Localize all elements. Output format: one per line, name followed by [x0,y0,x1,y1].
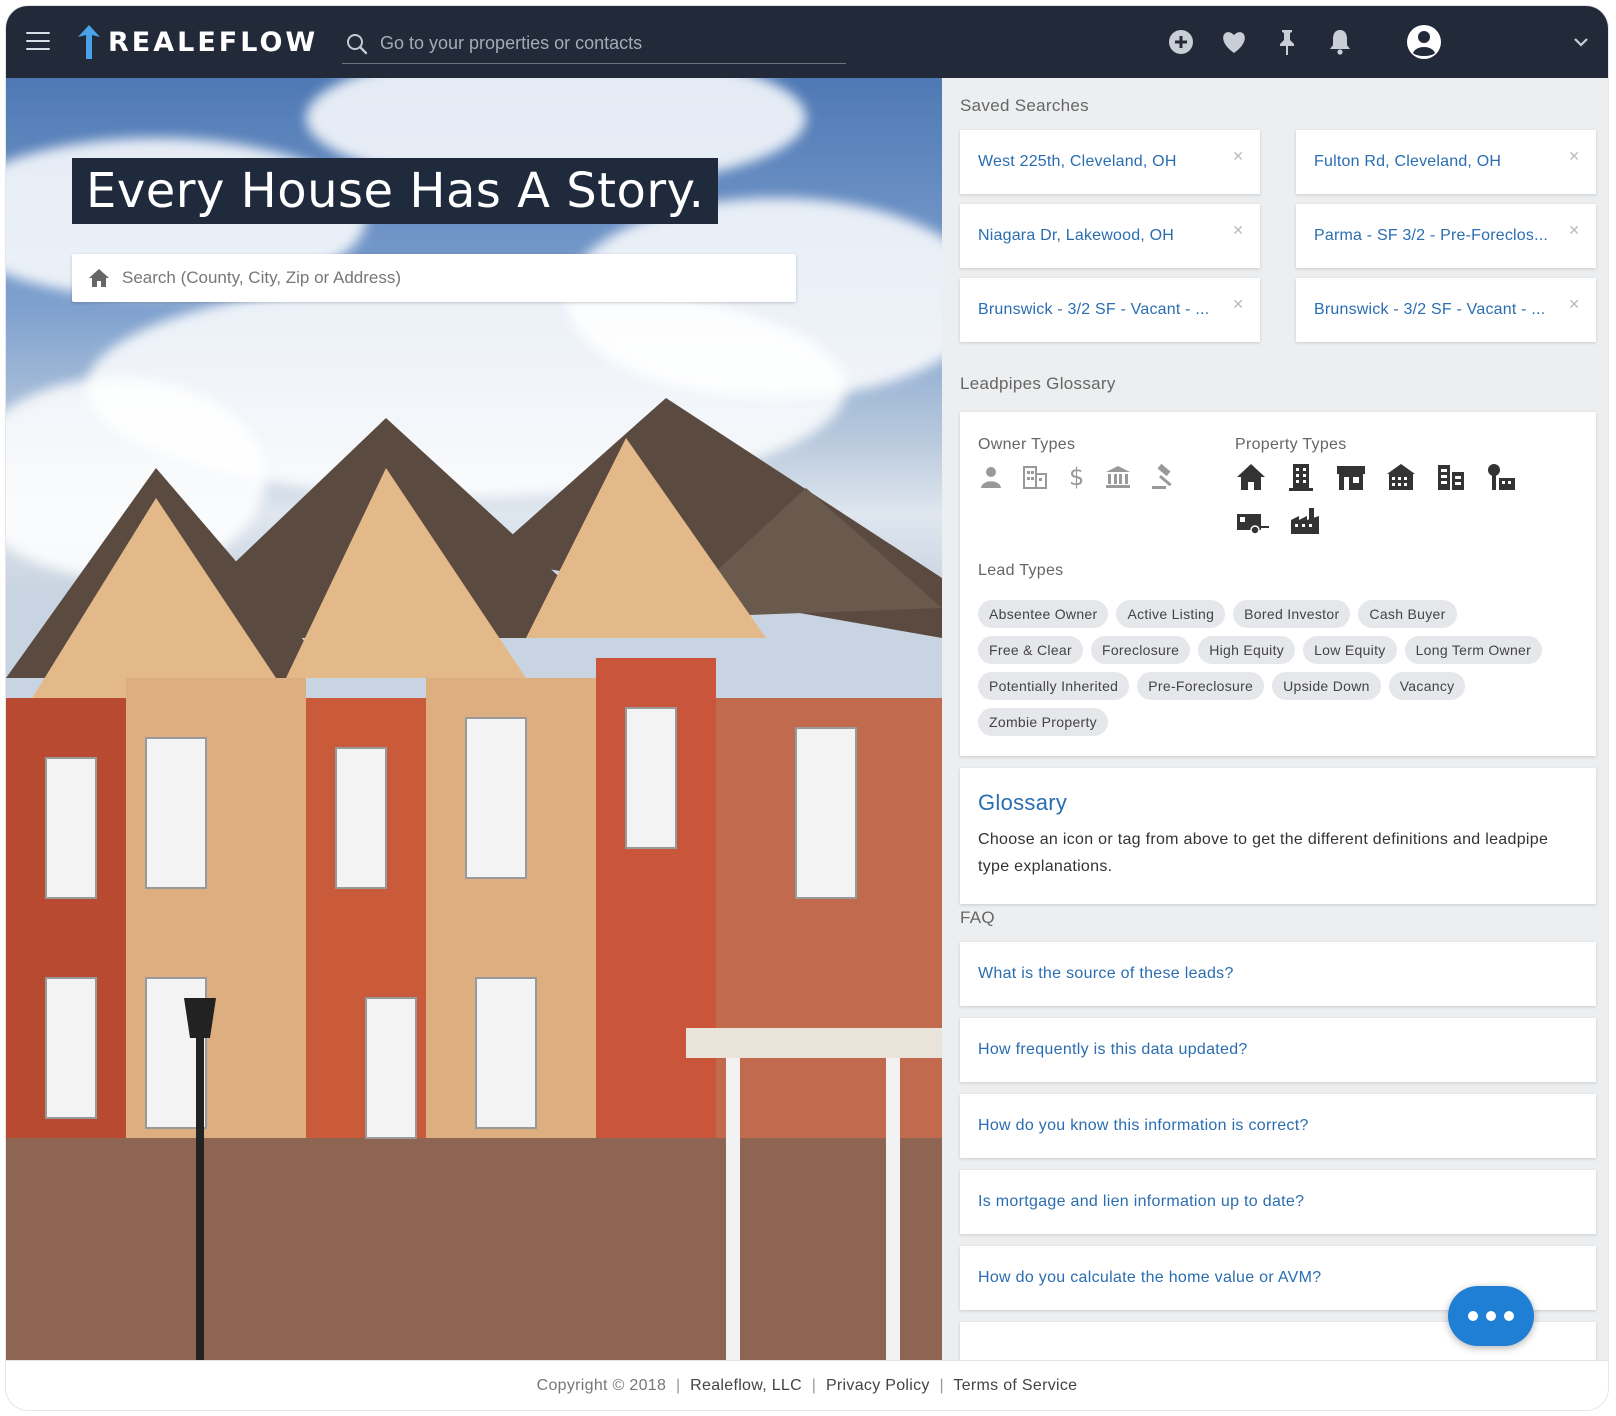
saved-searches-heading: Saved Searches [960,96,1089,115]
logo-arrow-icon [78,25,100,59]
glossary-definition-card: Glossary Choose an icon or tag from abov… [960,768,1596,904]
account-circle-icon[interactable] [1406,24,1442,60]
land-icon[interactable] [1485,462,1517,492]
global-search [342,24,846,64]
saved-search-label: Brunswick - 3/2 SF - Vacant - ... [978,301,1210,318]
add-circle-icon[interactable] [1166,27,1196,57]
brand-logo[interactable]: REALEFLOW [76,22,318,62]
lead-type-tag[interactable]: Upside Down [1272,672,1381,700]
footer-separator: | [939,1377,944,1394]
mobile-home-icon[interactable] [1235,506,1271,536]
townhouse-icon[interactable] [1385,462,1417,492]
bank-icon[interactable] [1104,464,1132,490]
hero-section: Every House Has A Story. [6,78,942,1360]
close-icon[interactable]: ✕ [1568,148,1580,165]
chat-more-button[interactable] [1448,1286,1534,1346]
right-panel: Saved Searches West 225th, Cleveland, OH… [942,78,1608,1360]
glossary-heading: Leadpipes Glossary [960,374,1116,393]
svg-text:$: $ [1069,464,1084,490]
chevron-down-icon[interactable] [1571,32,1591,52]
dot-icon [1504,1311,1514,1321]
factory-icon[interactable] [1289,506,1321,536]
gavel-icon[interactable] [1150,464,1178,490]
property-types-label: Property Types [1235,436,1347,453]
office-building-icon[interactable] [1435,462,1467,492]
lead-type-tag[interactable]: Pre-Foreclosure [1137,672,1265,700]
saved-search-card[interactable]: West 225th, Cleveland, OH ✕ [960,130,1260,194]
copyright-text: Copyright © 2018 [536,1377,667,1394]
townhouse-photo [6,398,942,1360]
privacy-policy-link[interactable]: Privacy Policy [826,1377,930,1394]
brand-name: REALEFLOW [108,26,319,58]
lead-type-tag[interactable]: Vacancy [1388,672,1466,700]
faq-item[interactable]: Is mortgage and lien information up to d… [960,1170,1596,1234]
lead-type-tag[interactable]: Free & Clear [978,636,1083,664]
lead-type-tag[interactable]: High Equity [1198,636,1296,664]
company-link[interactable]: Realeflow, LLC [690,1377,802,1394]
top-navigation-bar: REALEFLOW [6,6,1608,78]
owner-types-label: Owner Types [978,436,1076,453]
apartment-icon[interactable] [1285,462,1317,492]
pin-icon[interactable] [1272,27,1302,57]
saved-search-label: West 225th, Cleveland, OH [978,153,1177,170]
hero-title: Every House Has A Story. [72,158,719,224]
close-icon[interactable]: ✕ [1232,296,1244,313]
lead-type-tag[interactable]: Absentee Owner [978,600,1109,628]
property-search-input[interactable] [122,268,762,288]
search-icon [347,33,368,54]
faq-item[interactable]: How frequently is this data updated? [960,1018,1596,1082]
home-icon [89,269,109,287]
person-icon[interactable] [978,464,1004,490]
saved-search-card[interactable]: Parma - SF 3/2 - Pre-Foreclos... ✕ [1296,204,1596,268]
lead-type-tag[interactable]: Cash Buyer [1358,600,1457,628]
faq-item[interactable]: How do you know this information is corr… [960,1094,1596,1158]
lead-types-label: Lead Types [978,562,1064,579]
company-icon[interactable] [1022,464,1048,490]
close-icon[interactable]: ✕ [1568,222,1580,239]
saved-search-card[interactable]: Fulton Rd, Cleveland, OH ✕ [1296,130,1596,194]
storefront-icon[interactable] [1335,462,1367,492]
lead-type-tag[interactable]: Zombie Property [978,708,1108,736]
saved-search-label: Niagara Dr, Lakewood, OH [978,227,1175,244]
saved-search-card[interactable]: Brunswick - 3/2 SF - Vacant - ... ✕ [1296,278,1596,342]
glossary-box: Owner Types $ Property Types Lead Types [960,412,1596,756]
close-icon[interactable]: ✕ [1568,296,1580,313]
heart-icon[interactable] [1219,27,1249,57]
saved-search-label: Fulton Rd, Cleveland, OH [1314,153,1502,170]
saved-search-card[interactable]: Brunswick - 3/2 SF - Vacant - ... ✕ [960,278,1260,342]
footer-separator: | [811,1377,817,1394]
footer-separator: | [675,1377,681,1394]
lead-type-tag[interactable]: Low Equity [1303,636,1397,664]
dot-icon [1468,1311,1478,1321]
faq-heading: FAQ [960,908,995,927]
faq-item[interactable]: What is the source of these leads? [960,942,1596,1006]
app-frame: REALEFLOW Go to your properties or conta… [6,6,1608,1410]
lead-type-tag[interactable]: Active Listing [1116,600,1226,628]
bell-icon[interactable] [1325,27,1355,57]
lead-type-tag[interactable]: Bored Investor [1233,600,1351,628]
property-search [72,254,796,302]
glossary-definition-text: Choose an icon or tag from above to get … [978,831,1549,875]
saved-search-label: Parma - SF 3/2 - Pre-Foreclos... [1314,227,1549,244]
owner-type-icons: $ [978,464,1196,490]
dot-icon [1486,1311,1496,1321]
glossary-definition-title: Glossary [978,790,1068,815]
saved-search-label: Brunswick - 3/2 SF - Vacant - ... [1314,301,1546,318]
lead-type-tag[interactable]: Potentially Inherited [978,672,1130,700]
property-type-icons [1235,462,1565,536]
footer: Copyright © 2018 | Realeflow, LLC | Priv… [6,1360,1608,1410]
close-icon[interactable]: ✕ [1232,222,1244,239]
close-icon[interactable]: ✕ [1232,148,1244,165]
terms-of-service-link[interactable]: Terms of Service [953,1377,1077,1394]
global-search-input[interactable] [380,33,820,54]
lead-type-tag[interactable]: Foreclosure [1090,636,1191,664]
house-icon[interactable] [1235,462,1267,492]
menu-icon[interactable] [26,32,50,52]
lead-type-tags: Absentee Owner Active Listing Bored Invest… [978,600,1578,744]
lead-type-tag[interactable]: Long Term Owner [1404,636,1543,664]
top-icon-group [1166,22,1378,62]
saved-search-card[interactable]: Niagara Dr, Lakewood, OH ✕ [960,204,1260,268]
dollar-icon[interactable]: $ [1066,464,1086,490]
